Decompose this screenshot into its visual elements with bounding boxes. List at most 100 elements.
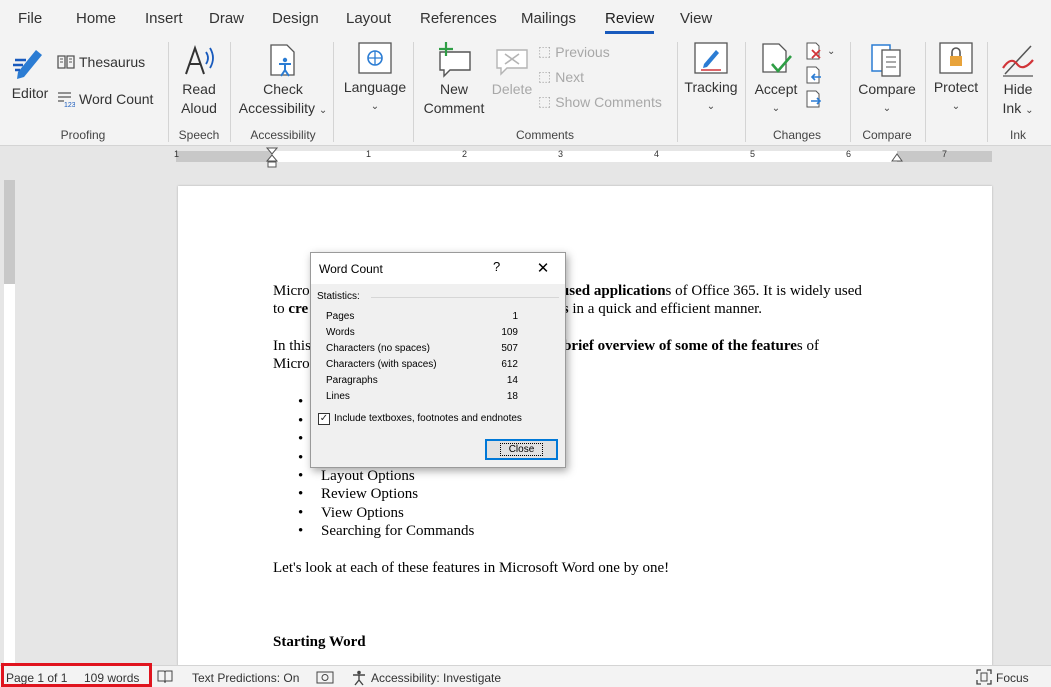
check-accessibility-button[interactable]: Check Accessibility ⌄ — [238, 42, 328, 120]
chevron-down-icon: ⌄ — [1025, 105, 1034, 116]
ribbon-tabs: File Home Insert Draw Design Layout Refe… — [0, 0, 1051, 38]
text-predictions-status[interactable]: Text Predictions: On — [192, 671, 299, 685]
include-textboxes-checkbox[interactable]: ✓ — [318, 413, 330, 425]
status-bar: Page 1 of 1 109 words Text Predictions: … — [0, 665, 1051, 687]
protect-button[interactable]: Protect ⌄ — [931, 40, 981, 116]
previous-change-icon — [806, 66, 821, 84]
previous-change-button[interactable] — [805, 66, 823, 84]
bullet-text: View Options — [321, 505, 404, 521]
word-count-button[interactable]: 123 Word Count — [57, 90, 153, 108]
include-textboxes-label[interactable]: Include textboxes, footnotes and endnote… — [334, 413, 522, 424]
stat-name: Words — [326, 327, 355, 338]
language-icon — [358, 42, 392, 74]
tab-insert[interactable]: Insert — [145, 10, 183, 27]
read-aloud-icon — [185, 44, 214, 75]
delete-comment-button[interactable]: Delete — [490, 42, 534, 99]
ruler-number: 6 — [846, 149, 852, 159]
close-button[interactable]: Close — [485, 439, 558, 460]
proofing-book-icon[interactable] — [157, 670, 173, 684]
editor-label: Editor — [11, 85, 49, 101]
highlight-box — [1, 663, 152, 687]
group-label-proofing: Proofing — [60, 128, 106, 142]
ruler-left-margin — [176, 151, 272, 162]
lock-icon — [939, 42, 973, 74]
horizontal-ruler[interactable]: 1 1 2 3 4 5 6 7 — [0, 146, 1051, 169]
hide-ink-button[interactable]: Hide Ink ⌄ — [995, 42, 1041, 120]
thesaurus-label: Thesaurus — [79, 54, 146, 70]
stat-value: 109 — [501, 327, 518, 338]
editor-button[interactable]: Editor — [8, 42, 52, 103]
hide-ink-icon — [1002, 45, 1034, 77]
stat-name: Pages — [326, 311, 355, 322]
compare-button[interactable]: Compare ⌄ — [856, 42, 918, 118]
next-change-button[interactable] — [805, 90, 823, 108]
compare-icon — [871, 44, 901, 77]
document-bold-text: y used application — [549, 283, 666, 299]
document-text: s of Office 365. It is widely used — [665, 283, 862, 299]
group-separator — [677, 42, 678, 142]
close-icon[interactable]: ✕ — [533, 259, 553, 277]
show-comments-button[interactable]: ⬚ Show Comments — [538, 93, 662, 110]
chevron-down-icon: ⌄ — [827, 45, 836, 57]
group-label-comments: Comments — [515, 128, 575, 142]
tab-file[interactable]: File — [18, 10, 42, 27]
delete-label: Delete — [491, 81, 533, 97]
new-comment-button[interactable]: New Comment — [421, 42, 487, 118]
stat-value: 18 — [506, 391, 518, 402]
macro-recording-icon[interactable] — [316, 670, 334, 684]
chevron-down-icon: ⌄ — [706, 101, 716, 112]
chevron-down-icon: ⌄ — [370, 101, 380, 112]
next-change-icon — [806, 90, 822, 108]
tab-home[interactable]: Home — [76, 10, 116, 27]
indent-marker-icon[interactable] — [266, 147, 278, 169]
accept-button[interactable]: Accept ⌄ — [751, 42, 801, 118]
stat-name: Characters (no spaces) — [326, 343, 430, 354]
reject-button[interactable]: ⌄ — [805, 42, 835, 60]
tab-view[interactable]: View — [680, 10, 712, 27]
help-button[interactable]: ? — [493, 259, 500, 274]
ruler-number: 1 — [366, 149, 372, 159]
accessibility-person-icon[interactable] — [351, 670, 367, 686]
thesaurus-button[interactable]: Thesaurus — [57, 54, 145, 70]
language-button[interactable]: Language ⌄ — [343, 40, 407, 116]
document-page[interactable]: Micro y used applications of Office 365. … — [178, 186, 992, 666]
stat-name: Characters (with spaces) — [326, 359, 437, 370]
tab-references[interactable]: References — [420, 10, 497, 27]
ruler-number: 2 — [462, 149, 468, 159]
new-comment-label-1: New — [439, 81, 468, 97]
next-comment-button[interactable]: ⬚ Next — [538, 68, 584, 85]
hide-ink-label-1: Hide — [1003, 81, 1033, 97]
new-comment-icon — [439, 42, 471, 78]
word-count-dialog: Word Count ? ✕ Statistics: Pages 1 Words… — [310, 252, 566, 468]
group-label-changes: Changes — [772, 128, 822, 142]
tracking-button[interactable]: Tracking ⌄ — [683, 40, 739, 116]
previous-comment-button[interactable]: ⬚ Previous — [538, 43, 610, 60]
focus-icon[interactable] — [976, 669, 992, 685]
focus-mode-button[interactable]: Focus — [996, 671, 1029, 685]
stat-value: 507 — [501, 343, 518, 354]
right-indent-marker-icon[interactable] — [891, 152, 903, 162]
ruler-number: 4 — [654, 149, 660, 159]
tab-draw[interactable]: Draw — [209, 10, 244, 27]
tab-design[interactable]: Design — [272, 10, 319, 27]
check-accessibility-label-2: Accessibility — [238, 100, 315, 116]
reject-icon — [806, 42, 821, 60]
group-separator — [333, 42, 334, 142]
tab-mailings[interactable]: Mailings — [521, 10, 576, 27]
bullet-text: Searching for Commands — [321, 523, 475, 539]
tab-review[interactable]: Review — [605, 10, 655, 34]
stat-value: 14 — [506, 375, 518, 386]
read-aloud-button[interactable]: Read Aloud — [176, 42, 222, 118]
ribbon: Editor Thesaurus 123 Word Count Proofing… — [0, 38, 1051, 146]
group-separator — [925, 42, 926, 142]
stat-value: 612 — [501, 359, 518, 370]
chevron-down-icon: ⌄ — [318, 105, 328, 116]
previous-label: Previous — [555, 43, 610, 60]
protect-label: Protect — [933, 79, 979, 95]
tracking-icon — [694, 42, 728, 74]
dialog-titlebar[interactable]: Word Count ? ✕ — [311, 253, 565, 284]
document-text: Micro — [273, 283, 310, 299]
accessibility-status[interactable]: Accessibility: Investigate — [371, 671, 501, 685]
show-comments-icon: ⬚ — [538, 93, 552, 109]
tab-layout[interactable]: Layout — [346, 10, 391, 27]
